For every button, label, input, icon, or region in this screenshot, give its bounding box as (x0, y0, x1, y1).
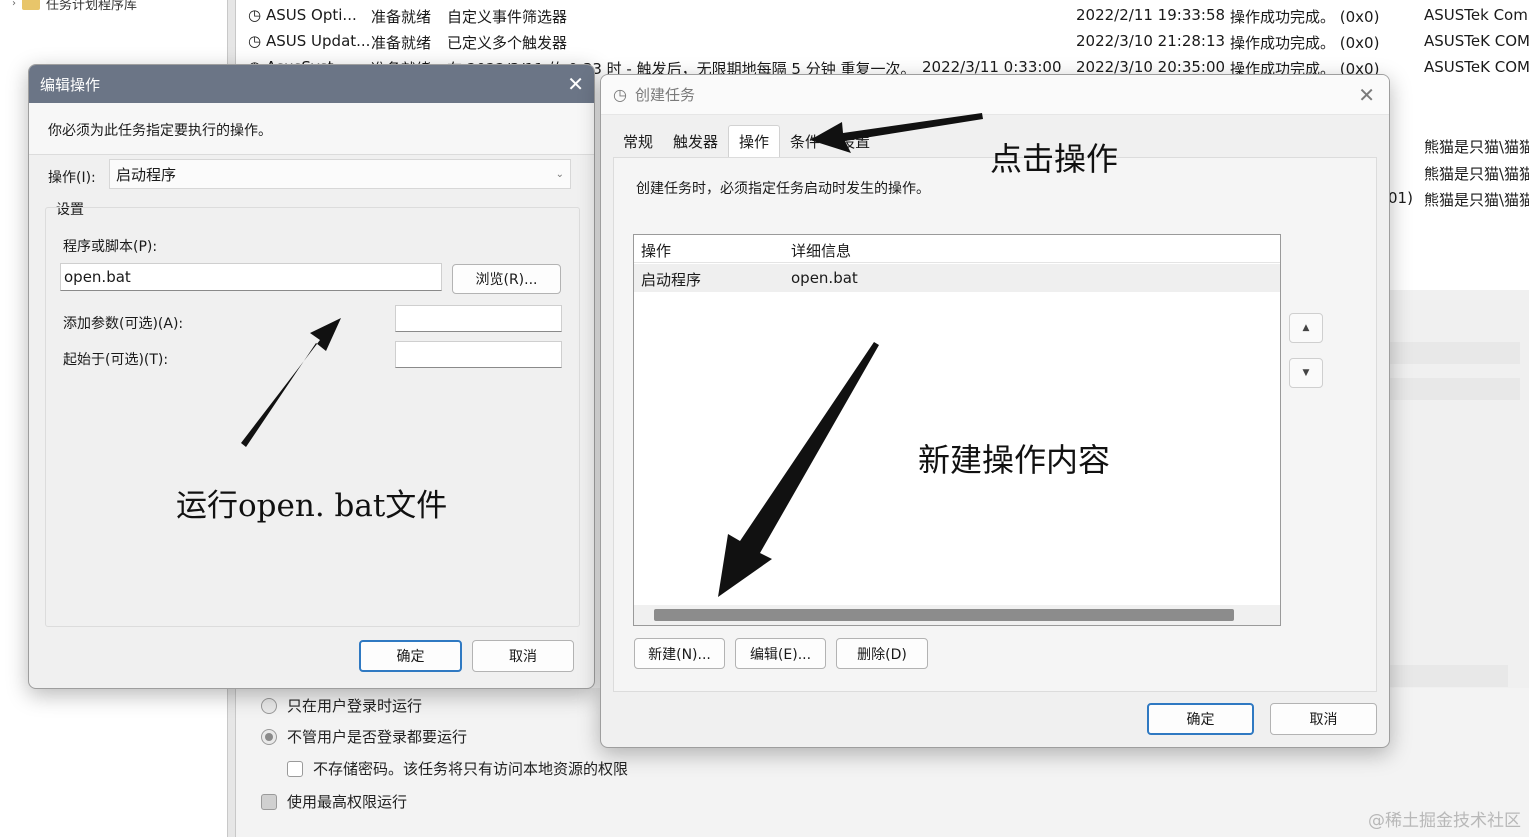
dialog-title: 编辑操作 (40, 75, 101, 94)
option-run-logged-on[interactable]: 只在用户登录时运行 (261, 695, 422, 716)
cancel-button[interactable]: 取消 (1270, 703, 1377, 735)
table-row[interactable]: 启动程序 open.bat (634, 264, 1280, 292)
move-down-button[interactable]: ▼ (1289, 358, 1323, 388)
start-in-input[interactable] (395, 341, 562, 368)
tab-conditions[interactable]: 条件 (780, 125, 830, 157)
option-highest-privileges[interactable]: 使用最高权限运行 (261, 791, 407, 812)
task-status: 准备就绪 (371, 8, 432, 26)
start-in-label: 起始于(可选)(T): (63, 352, 169, 368)
annotation-run-file: 运行open. bat文件 (176, 488, 448, 524)
tab-general[interactable]: 常规 (613, 125, 663, 157)
task-name: ASUS Opti... (266, 6, 357, 24)
annotation-click-action: 点击操作 (990, 140, 1119, 178)
browse-button[interactable]: 浏览(R)... (452, 264, 561, 294)
new-button[interactable]: 新建(N)... (634, 638, 725, 669)
clock-icon: ◷ (248, 32, 262, 50)
folder-icon (22, 0, 40, 10)
column-header-details[interactable]: 详细信息 (791, 240, 851, 261)
option-run-whether-logged-on[interactable]: 不管用户是否登录都要运行 (261, 726, 467, 747)
row-details: open.bat (791, 269, 858, 287)
side-user: 熊猫是只猫\猫猫 (1424, 138, 1529, 156)
task-trigger: 已定义多个触发器 (447, 34, 568, 52)
task-last-run: 2022/3/10 21:28:13 (1076, 32, 1226, 50)
task-trigger: 自定义事件筛选器 (447, 8, 568, 26)
program-input[interactable]: open.bat (60, 263, 442, 291)
instruction-text: 创建任务时，必须指定任务启动时发生的操作。 (636, 181, 930, 197)
delete-button[interactable]: 删除(D) (836, 638, 928, 669)
args-label: 添加参数(可选)(A): (63, 316, 184, 332)
radio-button[interactable] (261, 697, 277, 714)
panel-field (1390, 378, 1520, 400)
table-row[interactable]: ◷ ASUS Opti... 准备就绪 自定义事件筛选器 2022/2/11 1… (244, 2, 1529, 28)
horizontal-scrollbar[interactable] (634, 605, 1280, 625)
task-author: ASUSTeK COM (1424, 32, 1529, 50)
tree-item-task-library[interactable]: › 任务计划程序库 (12, 0, 138, 13)
option-do-not-store-password[interactable]: 不存储密码。该任务将只有访问本地资源的权限 (287, 758, 628, 779)
close-icon[interactable]: ✕ (567, 72, 584, 96)
side-partial-result: 01) (1388, 189, 1413, 207)
watermark: @稀土掘金技术社区 (1368, 811, 1521, 831)
radio-button[interactable] (261, 728, 277, 745)
side-user: 熊猫是只猫\猫猫 (1424, 165, 1529, 183)
task-result: 操作成功完成。 (0x0) (1230, 8, 1380, 26)
close-icon[interactable]: ✕ (1358, 83, 1375, 107)
table-header: 操作 详细信息 (634, 235, 1280, 263)
dialog-title: 创建任务 (634, 86, 695, 104)
task-result: 操作成功完成。 (0x0) (1230, 34, 1380, 52)
task-name: ASUS Updat... (266, 32, 371, 50)
instruction-text: 你必须为此任务指定要执行的操作。 (48, 123, 272, 139)
edit-action-dialog: 编辑操作 ✕ 你必须为此任务指定要执行的操作。 操作(I): 启动程序 ⌄ 设置… (28, 64, 595, 689)
column-header-action[interactable]: 操作 (641, 240, 671, 261)
move-up-button[interactable]: ▲ (1289, 313, 1323, 343)
tab-strip: 常规 触发器 操作 条件 设置 (613, 125, 880, 157)
ok-button[interactable]: 确定 (1147, 703, 1254, 735)
annotation-new-action-content: 新建操作内容 (918, 441, 1111, 479)
edit-button[interactable]: 编辑(E)... (735, 638, 826, 669)
cancel-button[interactable]: 取消 (472, 640, 574, 672)
clock-icon: ◷ (248, 6, 262, 24)
action-select[interactable]: 启动程序 ⌄ (109, 159, 571, 189)
checkbox[interactable] (287, 760, 303, 777)
task-author: ASUSTeK COM (1424, 58, 1529, 76)
task-author: ASUSTek Comp (1424, 6, 1529, 24)
panel-field (1390, 665, 1508, 687)
instruction-band: 你必须为此任务指定要执行的操作。 (29, 103, 594, 155)
tab-triggers[interactable]: 触发器 (663, 125, 728, 157)
checkbox[interactable] (261, 793, 277, 810)
chevron-right-icon: › (12, 0, 16, 9)
actions-table[interactable]: 操作 详细信息 启动程序 open.bat (633, 234, 1281, 626)
ok-button[interactable]: 确定 (359, 640, 462, 672)
program-label: 程序或脚本(P): (63, 239, 158, 255)
dialog-titlebar[interactable]: 编辑操作 ✕ (29, 65, 594, 103)
triangle-up-icon: ▲ (1302, 323, 1310, 333)
chevron-down-icon: ⌄ (555, 168, 564, 180)
action-label: 操作(I): (48, 170, 96, 186)
task-status: 准备就绪 (371, 34, 432, 52)
triangle-down-icon: ▼ (1302, 368, 1310, 378)
row-action: 启动程序 (641, 271, 702, 289)
args-input[interactable] (395, 305, 562, 332)
task-last-run: 2022/2/11 19:33:58 (1076, 6, 1226, 24)
side-user: 熊猫是只猫\猫猫 (1424, 191, 1529, 209)
tab-settings[interactable]: 设置 (830, 125, 880, 157)
clock-icon: ◷ (613, 85, 627, 104)
tree-item-label: 任务计划程序库 (46, 0, 138, 13)
table-row[interactable]: ◷ ASUS Updat... 准备就绪 已定义多个触发器 2022/3/10 … (244, 28, 1529, 54)
tab-actions[interactable]: 操作 (728, 125, 781, 157)
panel-field (1390, 342, 1520, 364)
dialog-titlebar[interactable]: ◷ 创建任务 ✕ (601, 75, 1389, 115)
scrollbar-thumb[interactable] (654, 609, 1234, 621)
